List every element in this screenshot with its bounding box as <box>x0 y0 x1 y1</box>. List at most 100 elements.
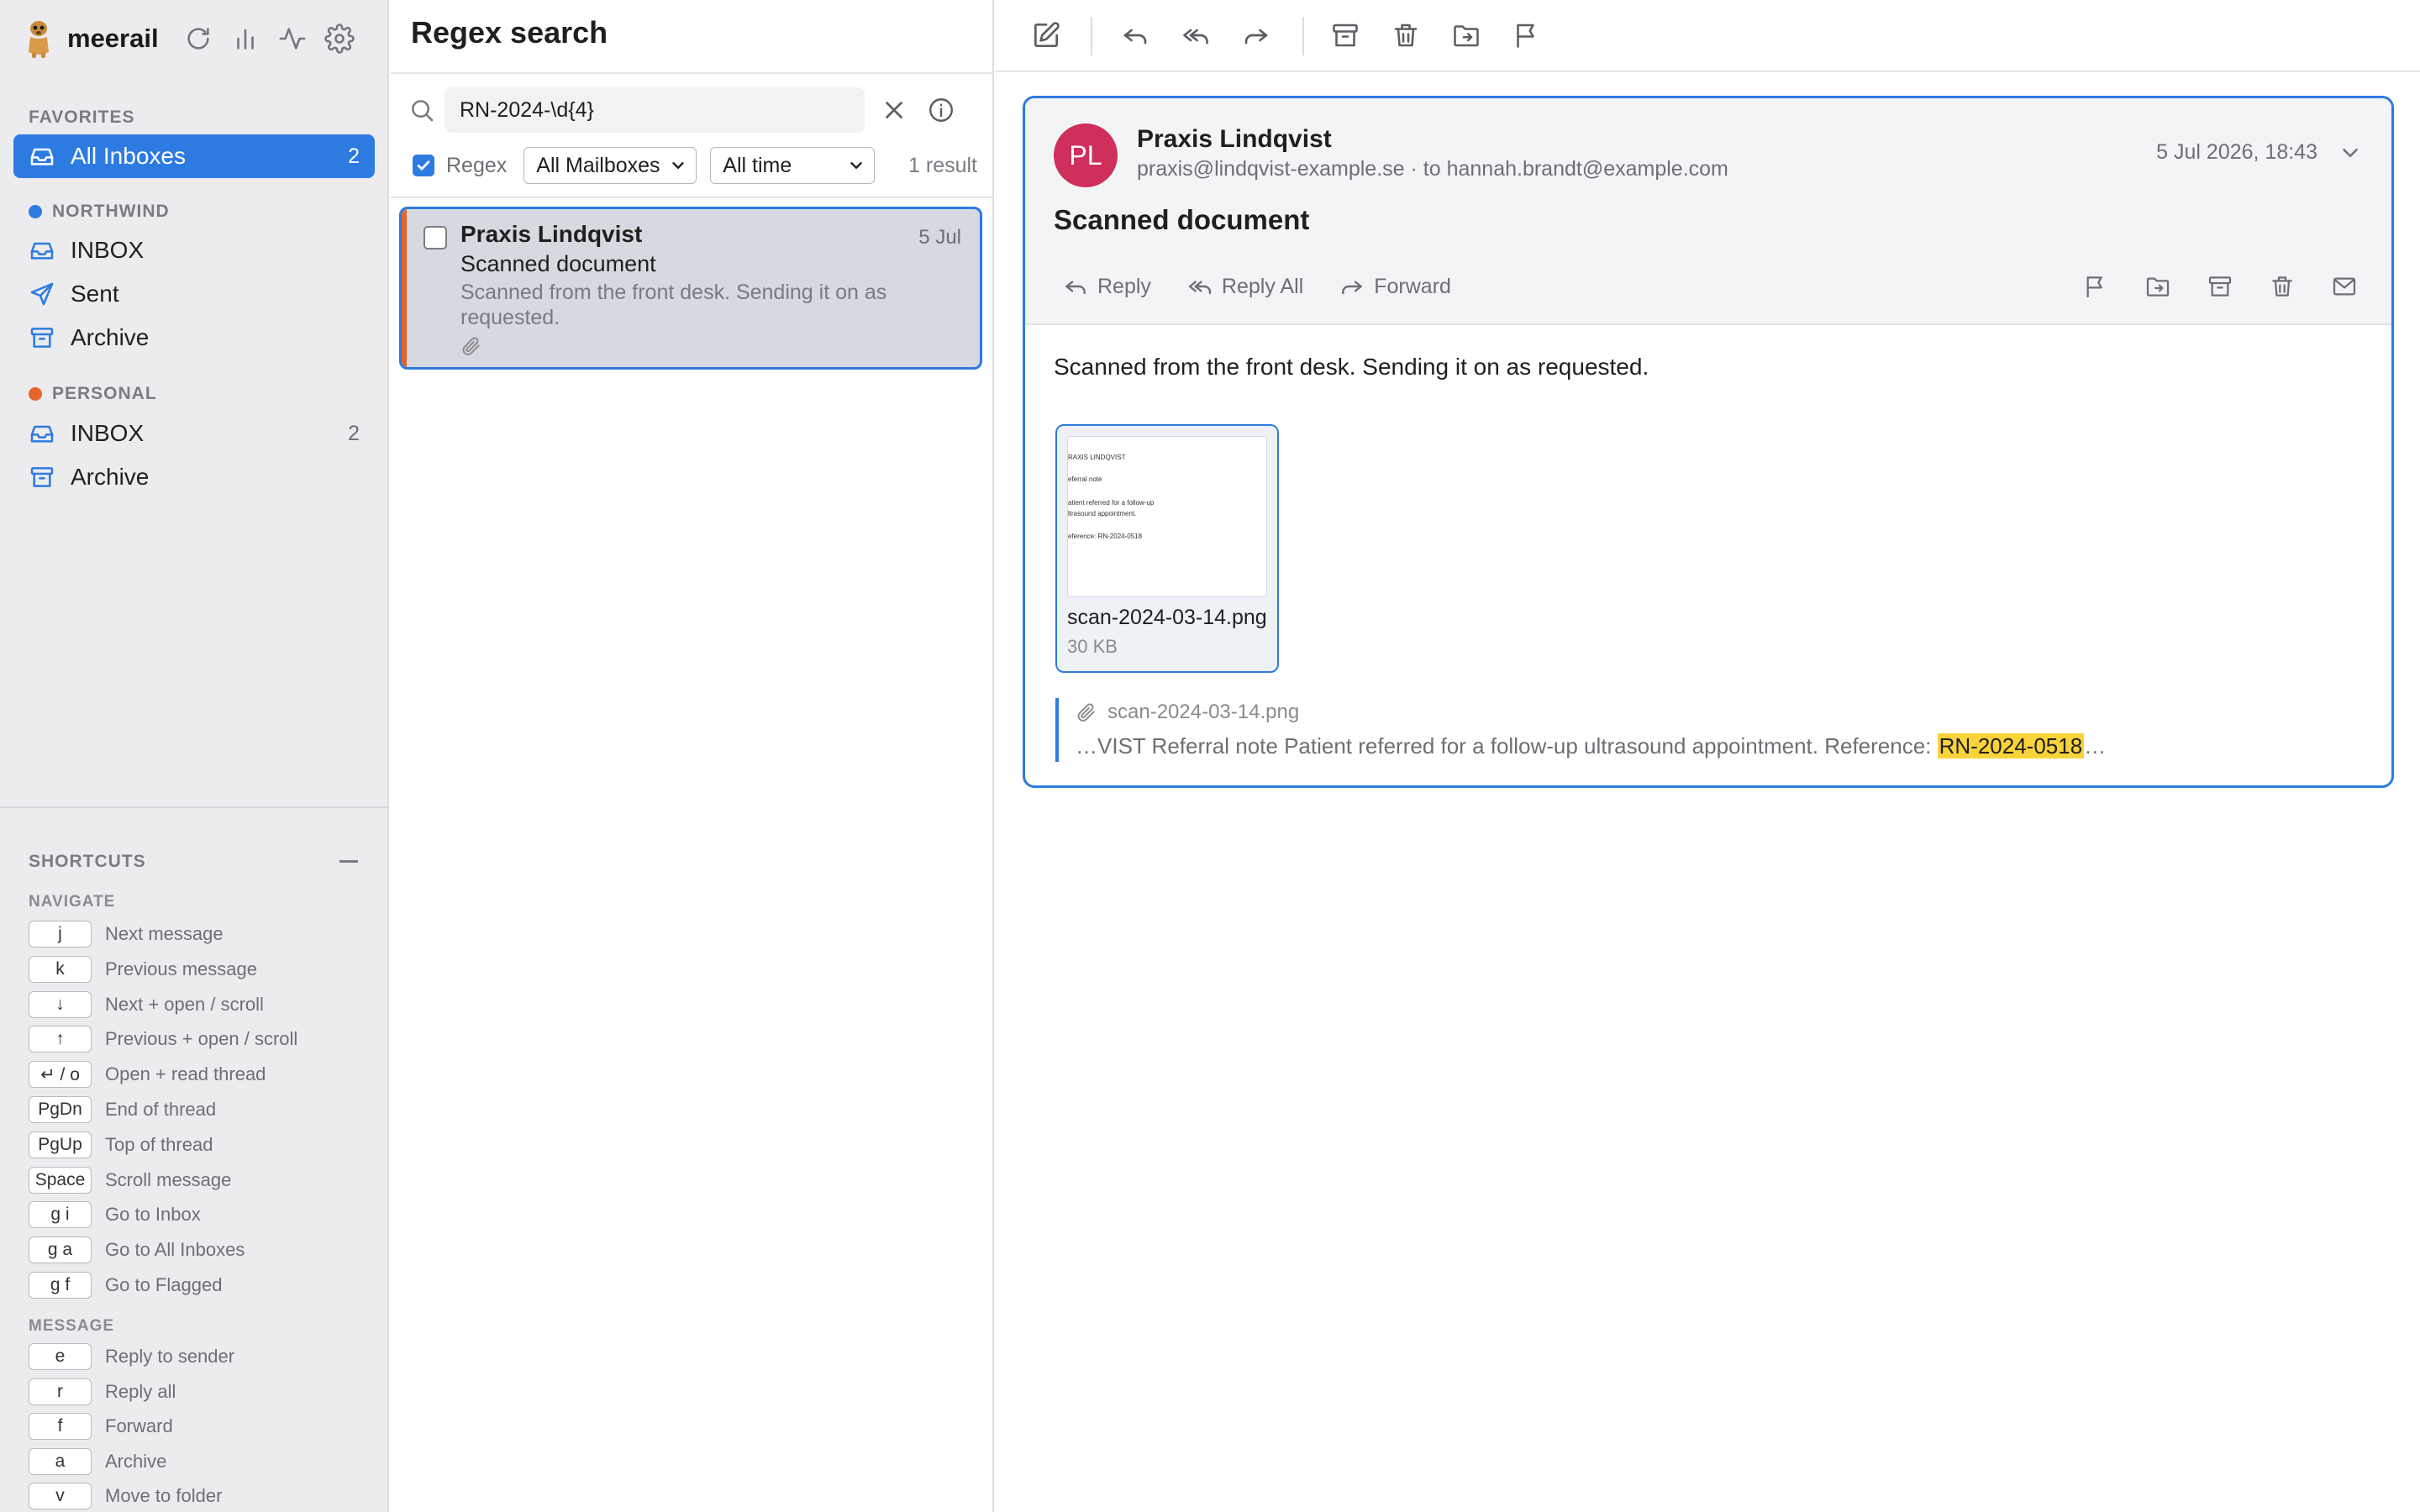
sidebar-item-label: INBOX <box>71 420 145 446</box>
sidebar-item-northwind-inbox[interactable]: INBOX <box>13 228 375 272</box>
search-input[interactable] <box>445 87 865 133</box>
message-date: 5 Jul 2026, 18:43 <box>2156 140 2317 164</box>
shortcuts-divider <box>0 806 387 808</box>
close-icon[interactable] <box>880 96 908 124</box>
shortcut-description: Open + read thread <box>105 1063 266 1085</box>
shortcut-row: a Archive <box>29 1447 166 1476</box>
account-label-personal: PERSONAL <box>29 384 157 404</box>
sender-recipient-line: praxis@lindqvist-example.se · to hannah.… <box>1137 157 1728 181</box>
attachment-card[interactable]: RAXIS LINDQVIST eferral note atient refe… <box>1055 424 1279 673</box>
move-to-folder-icon[interactable] <box>2139 271 2176 302</box>
toolbar-divider <box>1302 17 1304 55</box>
info-icon[interactable] <box>927 96 955 124</box>
activity-icon[interactable] <box>277 20 308 57</box>
sidebar-item-all-inboxes[interactable]: All Inboxes 2 <box>13 134 375 178</box>
reading-pane: PL Praxis Lindqvist praxis@lindqvist-exa… <box>996 0 2420 1512</box>
collapse-shortcuts-button[interactable] <box>339 860 358 863</box>
compose-icon[interactable] <box>1028 17 1065 54</box>
reply-all-button[interactable]: Reply All <box>1186 273 1303 300</box>
search-bar <box>408 87 977 133</box>
forward-icon <box>1342 281 1363 295</box>
select-message-checkbox[interactable] <box>424 226 447 249</box>
reply-icon <box>1065 281 1086 295</box>
shortcut-key: PgDn <box>29 1096 92 1123</box>
message-body: Scanned from the front desk. Sending it … <box>1054 354 1649 380</box>
sidebar-item-northwind-sent[interactable]: Sent <box>13 272 375 316</box>
sidebar-item-label: All Inboxes <box>71 143 186 169</box>
shortcut-row: ↓ Next + open / scroll <box>29 990 264 1019</box>
message-subject: Scanned document <box>1054 204 1310 235</box>
message-header: PL Praxis Lindqvist praxis@lindqvist-exa… <box>1025 98 2391 325</box>
reply-all-icon[interactable] <box>1177 17 1214 54</box>
shortcut-description: Forward <box>105 1415 173 1437</box>
message-actions: Reply Reply All Forward <box>1062 273 1486 300</box>
list-item[interactable]: Praxis Lindqvist 5 Jul Scanned document … <box>399 207 982 370</box>
flag-icon[interactable] <box>2077 271 2114 302</box>
shortcut-row: v Move to folder <box>29 1482 222 1510</box>
message-view: PL Praxis Lindqvist praxis@lindqvist-exa… <box>1023 96 2394 788</box>
flag-icon[interactable] <box>1508 17 1545 54</box>
trash-icon[interactable] <box>1387 17 1424 54</box>
snippet-prefix: …VIST Referral note Patient referred for… <box>1076 733 1938 759</box>
account-name: PERSONAL <box>52 384 157 403</box>
reply-button[interactable]: Reply <box>1062 273 1151 300</box>
forward-button[interactable]: Forward <box>1339 273 1451 300</box>
message-toolbar <box>996 0 2420 72</box>
snippet-source: scan-2024-03-14.png <box>1076 698 2366 727</box>
chevron-down-icon[interactable] <box>2338 140 2363 165</box>
mark-unread-icon[interactable] <box>2326 271 2363 302</box>
gear-icon[interactable] <box>324 20 355 57</box>
unread-count: 2 <box>348 144 360 168</box>
shortcut-row: r Reply all <box>29 1378 176 1406</box>
shortcut-row: g i Go to Inbox <box>29 1200 201 1229</box>
snippet-suffix: … <box>2084 733 2107 759</box>
mailbox-select[interactable]: All Mailboxes <box>523 147 697 184</box>
message-sender: Praxis Lindqvist <box>460 221 643 247</box>
thumbnail-text: eference: RN-2024-0518 <box>1068 533 1143 540</box>
archive-icon[interactable] <box>2202 271 2238 302</box>
shortcut-key: g i <box>29 1201 92 1229</box>
time-select[interactable]: All time <box>710 147 876 184</box>
sender-name: Praxis Lindqvist <box>1137 125 1332 153</box>
sender-email: praxis@lindqvist-example.se <box>1137 157 1405 181</box>
shortcut-key: PgUp <box>29 1131 92 1158</box>
shortcut-row: PgUp Top of thread <box>29 1131 213 1159</box>
shortcut-key: v <box>29 1483 92 1510</box>
move-to-folder-icon[interactable] <box>1448 17 1485 54</box>
shortcut-key: a <box>29 1447 92 1475</box>
shortcut-row: Space Scroll message <box>29 1166 231 1194</box>
shortcut-row: j Next message <box>29 920 224 948</box>
sidebar-item-personal-archive[interactable]: Archive <box>13 455 375 499</box>
paperclip-icon <box>460 335 482 357</box>
shortcut-description: Top of thread <box>105 1133 213 1155</box>
shortcuts-title: SHORTCUTS <box>29 852 146 871</box>
shortcut-description: Previous message <box>105 958 257 979</box>
brand[interactable]: meerail <box>20 15 159 62</box>
shortcut-description: Next + open / scroll <box>105 993 264 1015</box>
avatar: PL <box>1054 123 1118 187</box>
sidebar-item-label: INBOX <box>71 237 145 263</box>
search-icon <box>408 96 436 124</box>
archive-icon <box>29 464 55 491</box>
shortcut-row: g f Go to Flagged <box>29 1271 222 1299</box>
forward-icon[interactable] <box>1238 17 1275 54</box>
mailbox-select-value: All Mailboxes <box>536 153 660 177</box>
inbox-icon <box>29 143 55 170</box>
sidebar-item-northwind-archive[interactable]: Archive <box>13 316 375 360</box>
regex-checkbox[interactable] <box>413 155 434 176</box>
sidebar-item-personal-inbox[interactable]: INBOX 2 <box>13 412 375 455</box>
shortcut-row: ↵ / o Open + read thread <box>29 1060 266 1089</box>
archive-icon[interactable] <box>1327 17 1364 54</box>
shortcut-description: End of thread <box>105 1099 217 1120</box>
shortcut-row: g a Go to All Inboxes <box>29 1236 245 1264</box>
inbox-icon <box>29 237 55 264</box>
shortcut-key: ↓ <box>29 990 92 1018</box>
snippet-text: …VIST Referral note Patient referred for… <box>1076 733 2366 759</box>
stats-icon[interactable] <box>230 20 260 57</box>
search-filters: Regex All Mailboxes All time 1 result <box>413 146 977 185</box>
shortcuts-message-label: MESSAGE <box>29 1317 115 1335</box>
refresh-icon[interactable] <box>183 20 213 57</box>
reply-icon[interactable] <box>1117 17 1154 54</box>
shortcut-description: Previous + open / scroll <box>105 1028 298 1050</box>
trash-icon[interactable] <box>2264 271 2301 302</box>
